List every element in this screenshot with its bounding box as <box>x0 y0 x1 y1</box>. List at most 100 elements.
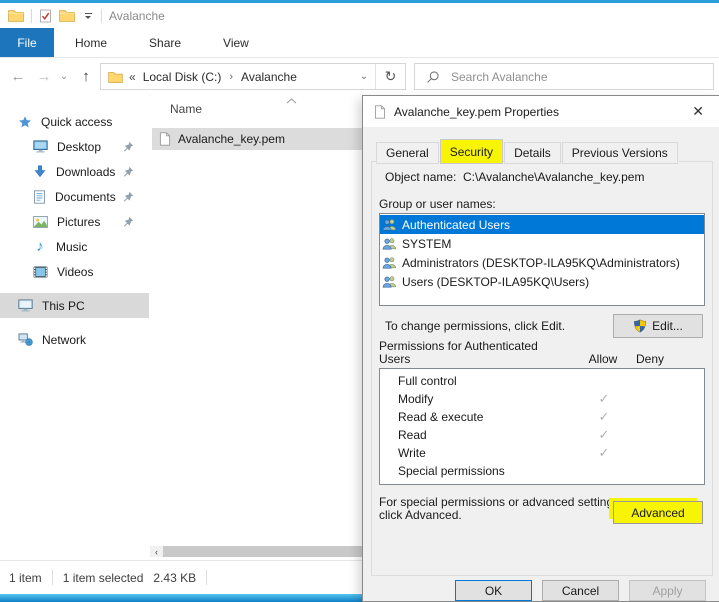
breadcrumb-local-disk[interactable]: Local Disk (C:) <box>143 70 222 84</box>
sidebar-item-quick-access[interactable]: Quick access <box>0 109 149 134</box>
pin-icon <box>123 216 134 227</box>
group-row-users[interactable]: Users (DESKTOP-ILA95KQ\Users) <box>380 272 704 291</box>
qat-properties-icon[interactable] <box>39 9 52 23</box>
permission-name: Read & execute <box>380 410 582 424</box>
title-bar: Avalanche <box>0 3 719 28</box>
group-row-authenticated-users[interactable]: Authenticated Users <box>380 215 704 234</box>
advanced-hint-line2: click Advanced. <box>379 508 462 522</box>
allow-checkmark: ✓ <box>582 427 626 443</box>
tab-general[interactable]: General <box>376 142 439 164</box>
tab-details[interactable]: Details <box>504 142 561 164</box>
group-name: Administrators (DESKTOP-ILA95KQ\Administ… <box>402 256 680 270</box>
sidebar-item-music[interactable]: ♪ Music <box>0 234 149 259</box>
sidebar-item-network[interactable]: Network <box>0 327 149 352</box>
quick-access-star-icon <box>18 115 32 129</box>
divider <box>101 9 102 23</box>
permissions-header-line1: Permissions for Authenticated <box>379 339 538 353</box>
network-icon <box>18 333 33 346</box>
refresh-button[interactable]: ↻ <box>375 64 405 89</box>
edit-hint-text: To change permissions, click Edit. <box>385 319 565 333</box>
users-group-icon <box>382 218 397 231</box>
horizontal-scrollbar[interactable]: ‹ <box>150 546 362 557</box>
permission-row-write[interactable]: Write ✓ <box>380 444 704 462</box>
allow-checkmark: ✓ <box>582 445 626 461</box>
up-button[interactable]: ↑ <box>74 58 98 95</box>
this-pc-icon <box>18 299 33 312</box>
permission-row-read[interactable]: Read ✓ <box>380 426 704 444</box>
music-icon: ♪ <box>33 238 47 255</box>
address-dropdown-chevron[interactable]: ⌄ <box>353 71 375 82</box>
sidebar-item-videos[interactable]: Videos <box>0 259 149 284</box>
group-user-listbox: Authenticated Users SYSTEM Administrator… <box>379 213 705 306</box>
sidebar-item-label: Pictures <box>57 215 100 229</box>
dialog-title: Avalanche_key.pem Properties <box>394 105 559 119</box>
users-group-icon <box>382 237 397 250</box>
file-row-avalanche-key[interactable]: Avalanche_key.pem <box>152 128 364 150</box>
advanced-button[interactable]: Advanced <box>613 501 703 524</box>
allow-checkmark: ✓ <box>582 409 626 425</box>
close-icon[interactable]: ✕ <box>692 103 704 120</box>
tab-previous-versions[interactable]: Previous Versions <box>562 142 678 164</box>
apply-button[interactable]: Apply <box>629 580 706 601</box>
breadcrumb-separator[interactable]: › <box>229 71 233 83</box>
sidebar-item-label: Desktop <box>57 140 101 154</box>
history-dropdown-button[interactable]: ⌄ <box>56 58 72 95</box>
status-selected-count: 1 item selected <box>63 571 144 585</box>
column-header-name[interactable]: Name <box>170 102 202 116</box>
pin-icon <box>123 191 134 202</box>
status-selected-size: 2.43 KB <box>153 571 196 585</box>
sort-ascending-icon[interactable] <box>286 98 297 104</box>
breadcrumb-avalanche[interactable]: Avalanche <box>241 70 297 84</box>
tab-security[interactable]: Security <box>440 139 503 164</box>
scrollbar-thumb[interactable] <box>163 546 362 557</box>
search-input[interactable] <box>449 69 713 85</box>
navigation-bar: ← → ⌄ ↑ « Local Disk (C:) › Avalanche ⌄ … <box>0 58 719 96</box>
window-title: Avalanche <box>109 9 165 23</box>
documents-icon <box>33 190 46 204</box>
sidebar: Quick access Desktop Downloads Documents <box>0 95 149 560</box>
permission-row-special-permissions[interactable]: Special permissions <box>380 462 704 480</box>
permission-name: Full control <box>380 374 582 388</box>
divider <box>31 9 32 23</box>
allow-column-header: Allow <box>581 352 625 366</box>
sidebar-item-this-pc[interactable]: This PC <box>0 293 149 318</box>
status-item-count: 1 item <box>9 571 42 585</box>
explorer-folder-icon <box>8 9 24 22</box>
uac-shield-icon <box>633 319 647 333</box>
object-name-value: C:\Avalanche\Avalanche_key.pem <box>463 170 644 184</box>
sidebar-item-pictures[interactable]: Pictures <box>0 209 149 234</box>
sidebar-item-documents[interactable]: Documents <box>0 184 149 209</box>
breadcrumb-overflow-chevron[interactable]: « <box>129 70 136 84</box>
scroll-left-arrow[interactable]: ‹ <box>150 546 163 557</box>
ribbon-tab-file[interactable]: File <box>0 28 54 57</box>
forward-button[interactable]: → <box>32 58 56 95</box>
users-group-icon <box>382 256 397 269</box>
address-bar[interactable]: « Local Disk (C:) › Avalanche ⌄ ↻ <box>100 63 406 90</box>
ribbon-tab-home[interactable]: Home <box>54 28 128 57</box>
cancel-button[interactable]: Cancel <box>542 580 619 601</box>
qat-customize-button[interactable] <box>82 13 94 19</box>
file-icon <box>159 132 171 146</box>
permission-row-read-execute[interactable]: Read & execute ✓ <box>380 408 704 426</box>
pictures-icon <box>33 216 48 228</box>
ribbon-tab-share[interactable]: Share <box>128 28 202 57</box>
permission-row-modify[interactable]: Modify ✓ <box>380 390 704 408</box>
group-row-system[interactable]: SYSTEM <box>380 234 704 253</box>
back-button[interactable]: ← <box>6 58 30 95</box>
permission-name: Modify <box>380 392 582 406</box>
permission-row-full-control[interactable]: Full control <box>380 372 704 390</box>
desktop-icon <box>33 140 48 153</box>
ok-button[interactable]: OK <box>455 580 532 601</box>
ribbon-tab-strip: File Home Share View <box>0 28 719 58</box>
sidebar-item-downloads[interactable]: Downloads <box>0 159 149 184</box>
group-row-administrators[interactable]: Administrators (DESKTOP-ILA95KQ\Administ… <box>380 253 704 272</box>
edit-button-label: Edit... <box>652 319 683 333</box>
ribbon-tab-view[interactable]: View <box>202 28 270 57</box>
videos-icon <box>33 266 48 278</box>
sidebar-item-label: Videos <box>57 265 93 279</box>
search-box[interactable] <box>414 63 714 90</box>
object-name-label: Object name: <box>385 170 456 184</box>
edit-button[interactable]: Edit... <box>613 314 703 338</box>
qat-new-folder-icon[interactable] <box>59 9 75 22</box>
sidebar-item-desktop[interactable]: Desktop <box>0 134 149 159</box>
